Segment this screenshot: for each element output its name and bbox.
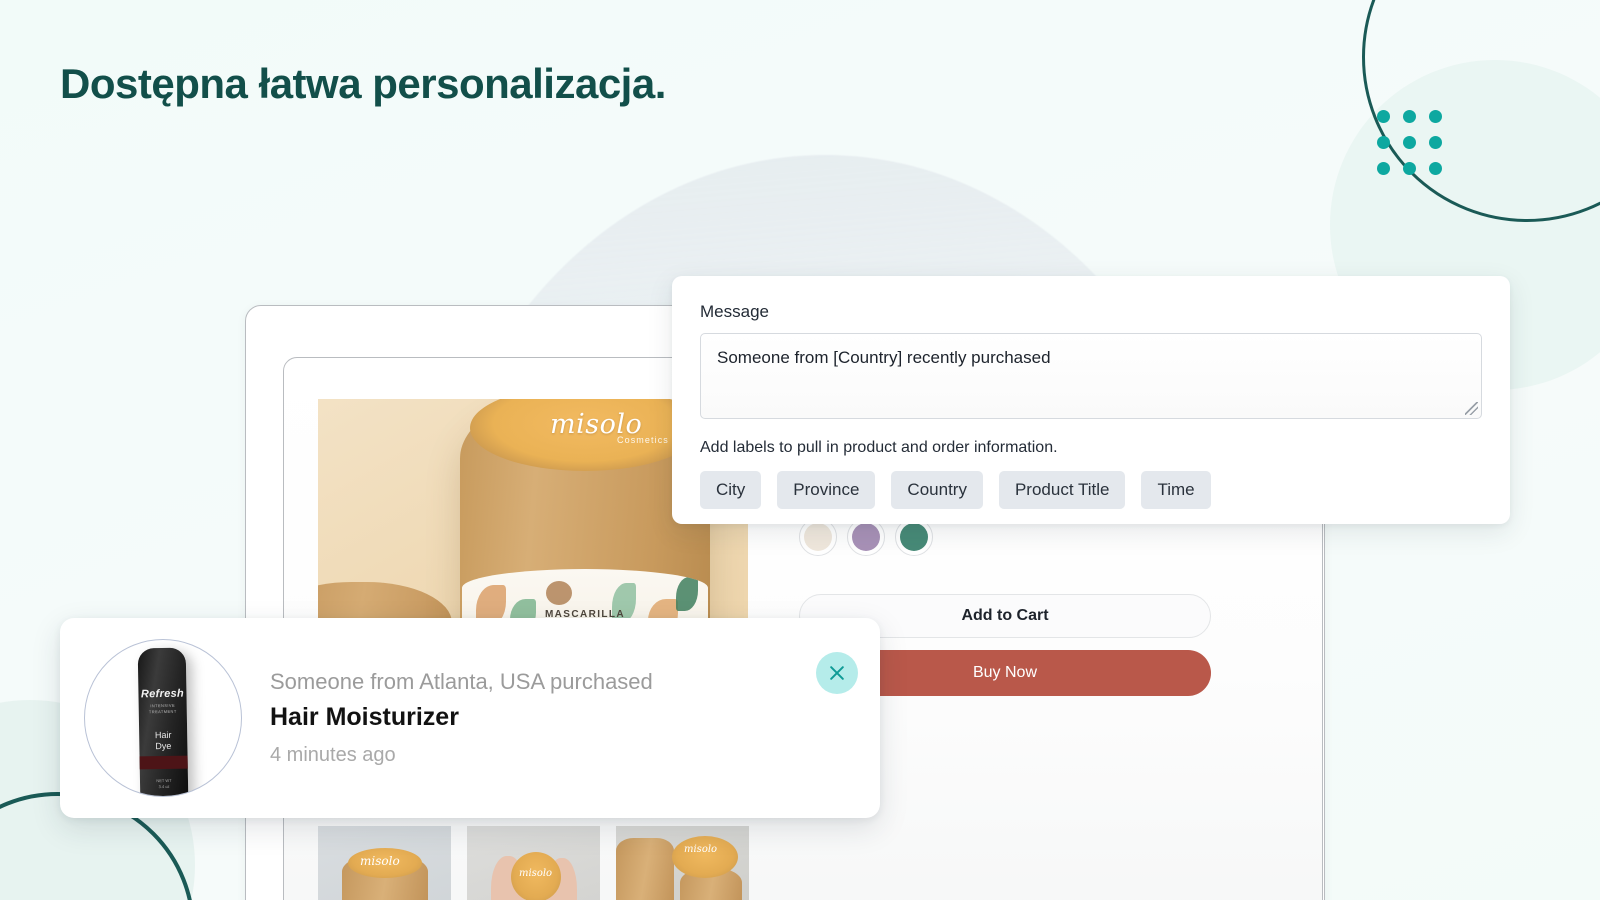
hair-dye-tube: Refresh INTENSIVE TREATMENT Hair Dye NET W… (137, 647, 189, 796)
message-field-label: Message (700, 302, 769, 321)
close-icon[interactable] (816, 652, 858, 694)
message-hint-text: Add labels to pull in product and order … (700, 439, 1058, 456)
dot (1429, 162, 1442, 175)
purchase-notification-toast: Refresh INTENSIVE TREATMENT Hair Dye NET W… (60, 618, 880, 818)
tube-product-name: Hair Dye (154, 729, 172, 752)
label-chip-time[interactable]: Time (1141, 471, 1211, 509)
notification-subtitle: Someone from Atlanta, USA purchased (270, 669, 653, 694)
label-chip-country[interactable]: Country (891, 471, 983, 509)
dot-grid-icon (1377, 110, 1442, 175)
notification-product-title: Hair Moisturizer (270, 703, 459, 731)
dot (1377, 162, 1390, 175)
label-chip-city[interactable]: City (700, 471, 762, 509)
message-textarea[interactable]: Someone from [Country] recently purchase… (700, 333, 1482, 419)
notification-product-image: Refresh INTENSIVE TREATMENT Hair Dye NET W… (84, 639, 242, 797)
product-thumbnail[interactable]: misolo (318, 826, 451, 900)
dot (1377, 110, 1390, 123)
label-chips-row: City Province Country Product Title Time (700, 471, 1482, 509)
label-chip-province[interactable]: Province (777, 471, 876, 509)
tube-footer-text: NET WT 3.4 oz (156, 777, 172, 790)
dot (1429, 136, 1442, 149)
brand-sublabel: Cosmetics (617, 435, 669, 445)
dot (1403, 162, 1416, 175)
tube-color-band (139, 755, 188, 770)
page-title: Dostępna łatwa personalizacja. (60, 60, 666, 107)
dot (1377, 136, 1390, 149)
notification-text-block: Someone from Atlanta, USA purchased Hair… (270, 669, 816, 767)
message-settings-panel: Message Someone from [Country] recently … (672, 276, 1510, 524)
product-thumbnail-strip: misolo misolo misolo (318, 826, 749, 900)
textarea-resize-handle[interactable] (1465, 402, 1478, 415)
dot (1403, 110, 1416, 123)
notification-timestamp: 4 minutes ago (270, 744, 396, 766)
dot (1429, 110, 1442, 123)
product-thumbnail[interactable]: misolo (467, 826, 600, 900)
page-root: Dostępna łatwa personalizacja. misolo Co… (0, 0, 1600, 900)
product-thumbnail[interactable]: misolo (616, 826, 749, 900)
message-textarea-value: Someone from [Country] recently purchase… (717, 348, 1051, 367)
tube-fine-print: INTENSIVE TREATMENT (148, 702, 177, 715)
label-chip-product-title[interactable]: Product Title (998, 471, 1126, 509)
tube-brand-text: Refresh (140, 687, 185, 701)
dot (1403, 136, 1416, 149)
